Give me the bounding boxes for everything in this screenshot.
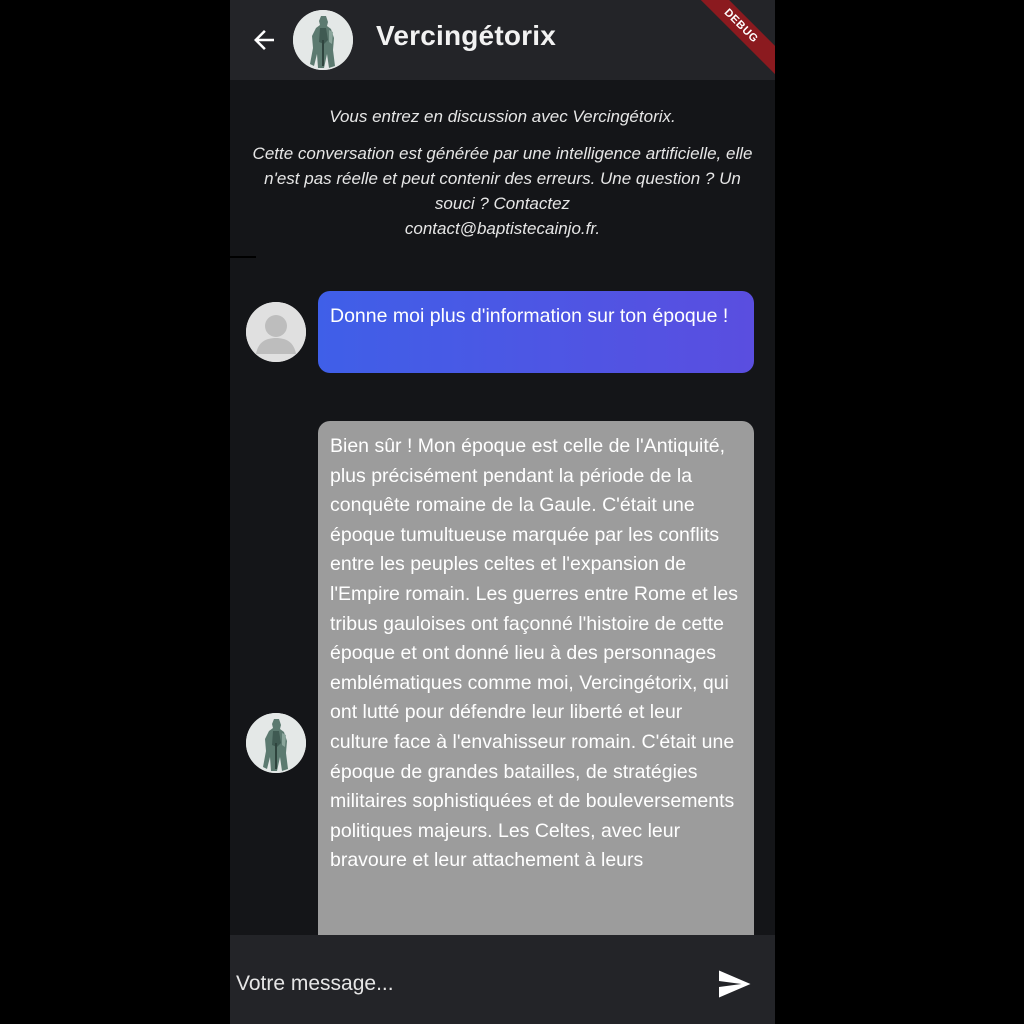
debug-banner: DEBUG xyxy=(684,0,775,83)
statue-avatar-icon xyxy=(293,10,353,70)
contact-email[interactable]: contact@baptistecainjo.fr. xyxy=(250,216,755,241)
disclaimer-body: Cette conversation est générée par une i… xyxy=(252,144,753,213)
disclaimer-text: Cette conversation est générée par une i… xyxy=(250,141,755,241)
intro-line: Vous entrez en discussion avec Vercingét… xyxy=(329,107,676,126)
user-message-text: Donne moi plus d'information sur ton épo… xyxy=(330,305,729,327)
app-bar: Vercingétorix DEBUG xyxy=(230,0,775,83)
bot-message-text: Bien sûr ! Mon époque est celle de l'Ant… xyxy=(330,435,738,872)
bot-avatar xyxy=(246,713,306,773)
user-placeholder-icon xyxy=(246,302,306,362)
bot-message-bubble: Bien sûr ! Mon époque est celle de l'Ant… xyxy=(318,421,754,983)
statue-avatar-icon xyxy=(246,713,306,773)
arrow-left-icon xyxy=(254,30,274,50)
send-button[interactable] xyxy=(716,966,752,1002)
back-button[interactable] xyxy=(246,22,282,58)
user-message-bubble: Donne moi plus d'information sur ton épo… xyxy=(318,291,754,373)
header-avatar[interactable] xyxy=(293,10,353,70)
send-icon xyxy=(719,970,751,998)
chat-screen: Vercingétorix DEBUG Vous entrez en discu… xyxy=(230,0,775,1024)
message-composer xyxy=(230,935,775,1024)
page-title: Vercingétorix xyxy=(376,20,557,51)
divider xyxy=(230,256,256,258)
intro-notice: Vous entrez en discussion avec Vercingét… xyxy=(250,104,755,253)
user-avatar xyxy=(246,302,306,362)
message-input[interactable] xyxy=(234,963,698,1005)
